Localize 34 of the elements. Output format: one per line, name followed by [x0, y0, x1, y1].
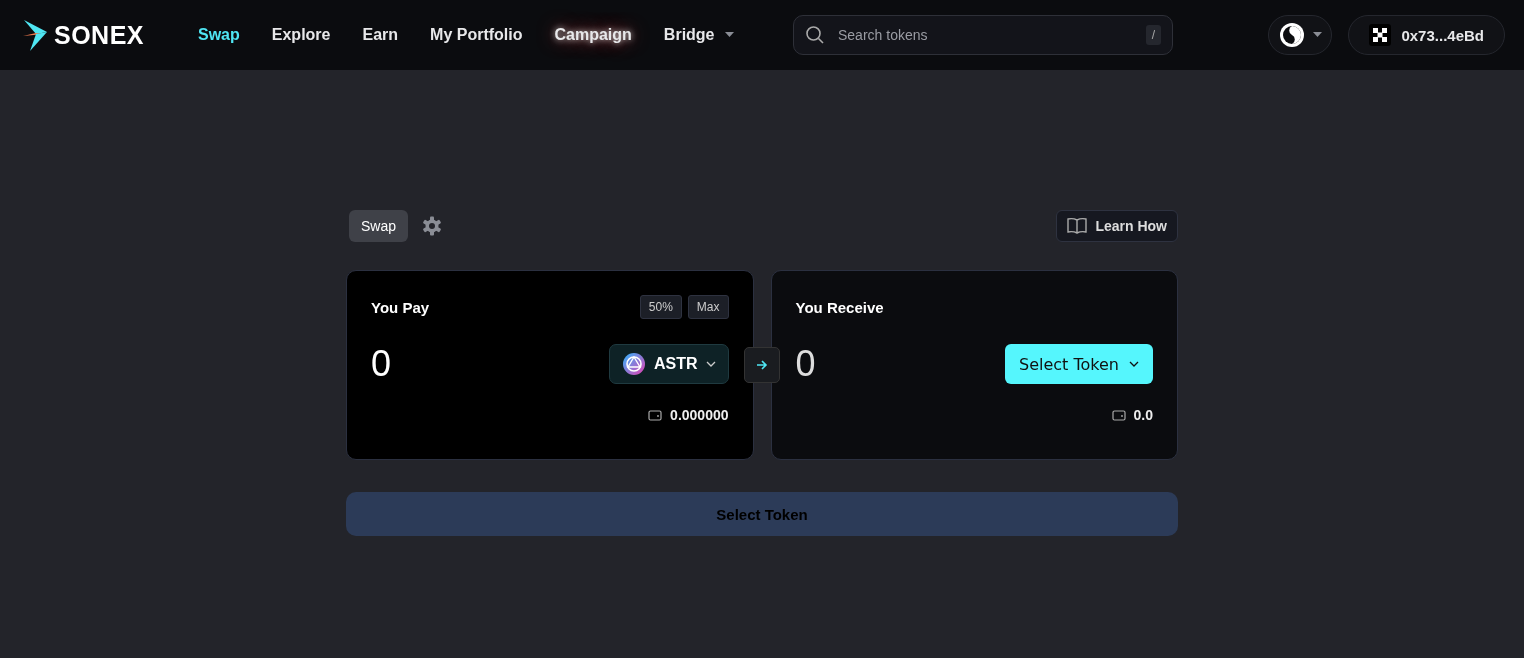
wallet-icon [648, 409, 663, 421]
nav-link[interactable]: Campaign [554, 26, 632, 44]
nav-link[interactable]: Swap [198, 26, 240, 44]
arrow-right-icon [756, 359, 768, 371]
brand-name[interactable]: SONEX [54, 20, 145, 50]
switch-direction-button[interactable] [744, 347, 780, 383]
nav-link[interactable]: My Portfolio [430, 26, 523, 44]
chevron-icon [705, 361, 716, 367]
network-icon [1278, 22, 1305, 48]
chevron-icon [1129, 361, 1139, 367]
swap-tab[interactable]: Swap [349, 210, 409, 242]
amount-preset-button[interactable]: Max [687, 295, 729, 319]
card-title: You Pay [371, 298, 430, 316]
nav-link[interactable]: Earn [362, 26, 399, 44]
amount-preset-button[interactable]: 50% [639, 295, 682, 319]
network-selector[interactable] [1268, 15, 1333, 55]
token-icon [621, 352, 646, 376]
caret-icon [1312, 32, 1322, 38]
amount-input[interactable]: 0 [371, 343, 471, 385]
token-selector[interactable]: ASTR [608, 344, 729, 384]
checker-icon [1369, 24, 1392, 46]
book-icon [1067, 217, 1088, 235]
nav-link[interactable]: Bridge [663, 26, 734, 44]
learn-how-button[interactable]: Learn How [1056, 210, 1178, 242]
select-token-button[interactable]: Select Token [1005, 344, 1153, 384]
balance-value: 0.0 [1133, 407, 1153, 423]
amount-input[interactable]: 0 [795, 343, 896, 385]
wallet-button[interactable]: 0x73...4eBd [1348, 15, 1505, 55]
balance-value: 0.000000 [670, 407, 729, 423]
logo-icon [22, 18, 48, 52]
settings-icon[interactable] [422, 216, 443, 236]
card-title: You Receive [795, 298, 884, 316]
nav-link[interactable]: Explore [271, 26, 331, 44]
wallet-icon [1111, 409, 1126, 421]
